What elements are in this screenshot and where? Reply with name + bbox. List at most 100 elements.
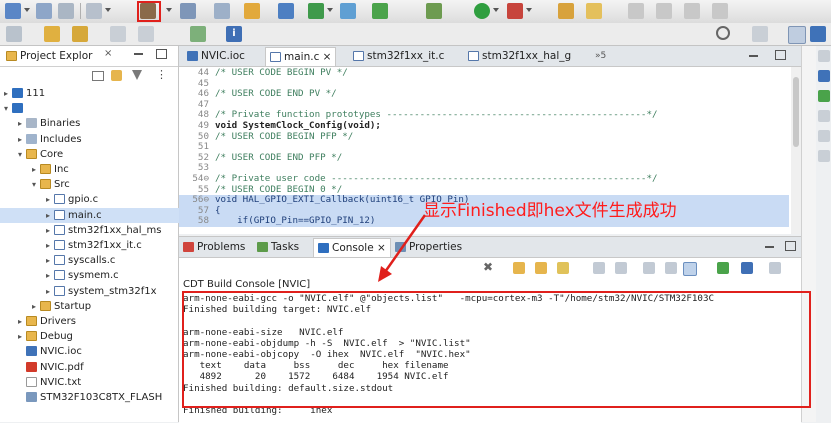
toolbar-icon[interactable]: [769, 262, 781, 274]
toolbar-icon[interactable]: [190, 26, 206, 42]
new-file-icon[interactable]: [5, 3, 21, 19]
build-hammer-icon[interactable]: [140, 3, 156, 19]
filter-icon[interactable]: [132, 70, 142, 80]
tree-item[interactable]: ▸ syscalls.c: [0, 253, 115, 268]
collapse-all-icon[interactable]: [92, 71, 104, 81]
toolbar-icon[interactable]: [513, 262, 525, 274]
open-perspective-icon[interactable]: [752, 26, 768, 42]
toolbar-icon[interactable]: [712, 3, 728, 19]
chevron-right-icon[interactable]: ▸: [32, 162, 40, 177]
toolbar-icon[interactable]: [818, 110, 830, 122]
chevron-right-icon[interactable]: ▸: [46, 253, 54, 268]
tree-item[interactable]: ▸ stm32f1xx_hal_ms: [0, 223, 162, 238]
toolbar-icon[interactable]: [6, 26, 22, 42]
editor-scrollbar[interactable]: [791, 67, 801, 234]
toolbar-icon[interactable]: [818, 50, 830, 62]
chevron-right-icon[interactable]: ▸: [18, 314, 26, 329]
toolbar-icon[interactable]: [615, 262, 627, 274]
maximize-icon[interactable]: [156, 49, 167, 59]
toolbar-icon[interactable]: [683, 262, 697, 276]
toolbar-icon[interactable]: [628, 3, 644, 19]
toolbar-icon[interactable]: [72, 26, 88, 42]
toolbar-icon[interactable]: [656, 3, 672, 19]
toolbar-icon[interactable]: [741, 262, 753, 274]
maximize-icon[interactable]: [775, 50, 786, 60]
chevron-down-icon[interactable]: [327, 8, 333, 12]
mx-icon[interactable]: [810, 26, 826, 42]
toolbar-icon[interactable]: [180, 3, 196, 19]
tree-item[interactable]: ▸ Startup: [0, 299, 91, 314]
tab-problems[interactable]: Problems: [183, 238, 245, 256]
tree-item[interactable]: ▸ Binaries: [0, 116, 80, 131]
tab-console[interactable]: Console ×: [313, 238, 391, 257]
toolbar-icon[interactable]: [643, 262, 655, 274]
tree-item[interactable]: ▸ 111: [0, 86, 45, 101]
toolbar-icon[interactable]: [110, 26, 126, 42]
chevron-right-icon[interactable]: ▸: [4, 86, 12, 101]
close-icon[interactable]: ×: [104, 48, 112, 59]
tree-item[interactable]: ▸ Includes: [0, 132, 82, 147]
tab-overflow[interactable]: »5: [591, 47, 610, 65]
toolbar-icon[interactable]: [372, 3, 388, 19]
toolbar-icon[interactable]: [507, 3, 523, 19]
toolbar-icon[interactable]: [244, 3, 260, 19]
tree-item[interactable]: ▾: [0, 101, 26, 116]
chevron-right-icon[interactable]: ▸: [18, 329, 26, 344]
chevron-down-icon[interactable]: [105, 8, 111, 12]
clear-console-icon[interactable]: ✖: [483, 260, 493, 274]
tree-item[interactable]: ▾ Core: [0, 147, 63, 162]
link-editor-icon[interactable]: [111, 70, 122, 81]
toolbar-icon[interactable]: [278, 3, 294, 19]
toolbar-icon[interactable]: [665, 262, 677, 274]
tree-item[interactable]: ▸ stm32f1xx_it.c: [0, 238, 142, 253]
chevron-down-icon[interactable]: ▾: [32, 177, 40, 192]
toolbar-icon[interactable]: [426, 3, 442, 19]
minimize-icon[interactable]: [765, 246, 774, 248]
perspective-icon[interactable]: [788, 26, 806, 44]
debug-icon[interactable]: [308, 3, 324, 19]
tree-item[interactable]: ▸ Inc: [0, 162, 69, 177]
chevron-down-icon[interactable]: ▾: [18, 147, 26, 162]
tree-item[interactable]: ▸ Debug: [0, 329, 73, 344]
chevron-right-icon[interactable]: ▸: [32, 299, 40, 314]
chevron-right-icon[interactable]: ▸: [46, 208, 54, 223]
tree-item[interactable]: ▸ system_stm32f1x: [0, 284, 157, 299]
chevron-right-icon[interactable]: ▸: [18, 132, 26, 147]
toolbar-icon[interactable]: [214, 3, 230, 19]
toolbar-icon[interactable]: [818, 150, 830, 162]
toolbar-icon[interactable]: [557, 262, 569, 274]
tree-item[interactable]: ▾ Src: [0, 177, 70, 192]
search-icon[interactable]: [716, 26, 730, 40]
view-menu-icon[interactable]: ⋮: [156, 68, 167, 81]
minimize-icon[interactable]: [749, 55, 758, 57]
tree-item[interactable]: ▸ sysmem.c: [0, 268, 119, 283]
toolbar-icon[interactable]: [586, 3, 602, 19]
minimize-icon[interactable]: [134, 53, 143, 55]
toolbar-icon[interactable]: [340, 3, 356, 19]
tab-main-c[interactable]: main.c ×: [265, 47, 337, 66]
chevron-down-icon[interactable]: [493, 8, 499, 12]
chevron-down-icon[interactable]: [24, 8, 30, 12]
chevron-right-icon[interactable]: ▸: [46, 284, 54, 299]
chevron-right-icon[interactable]: ▸: [46, 238, 54, 253]
maximize-icon[interactable]: [785, 241, 796, 251]
chevron-right-icon[interactable]: ▸: [46, 192, 54, 207]
tab-stm32f1xx-hal[interactable]: stm32f1xx_hal_g: [464, 47, 575, 65]
toolbar-icon[interactable]: [818, 90, 830, 102]
console-output[interactable]: arm-none-eabi-gcc -o "NVIC.elf" @"object…: [179, 293, 801, 423]
tree-item[interactable]: NVIC.ioc: [0, 344, 82, 359]
tab-tasks[interactable]: Tasks: [257, 238, 299, 256]
chevron-right-icon[interactable]: ▸: [46, 223, 54, 238]
undo-icon[interactable]: [86, 3, 102, 19]
toolbar-icon[interactable]: [558, 3, 574, 19]
chevron-right-icon[interactable]: ▸: [18, 116, 26, 131]
tree-item[interactable]: ▸ Drivers: [0, 314, 76, 329]
toolbar-icon[interactable]: [138, 26, 154, 42]
tab-properties[interactable]: Properties: [395, 238, 462, 256]
toolbar-icon[interactable]: [818, 130, 830, 142]
tab-project-explorer[interactable]: Project Explor: [2, 46, 96, 66]
tab-stm32f1xx-it[interactable]: stm32f1xx_it.c: [349, 47, 448, 65]
toolbar-icon[interactable]: [593, 262, 605, 274]
chevron-down-icon[interactable]: [166, 8, 172, 12]
outline-icon[interactable]: [818, 70, 830, 82]
